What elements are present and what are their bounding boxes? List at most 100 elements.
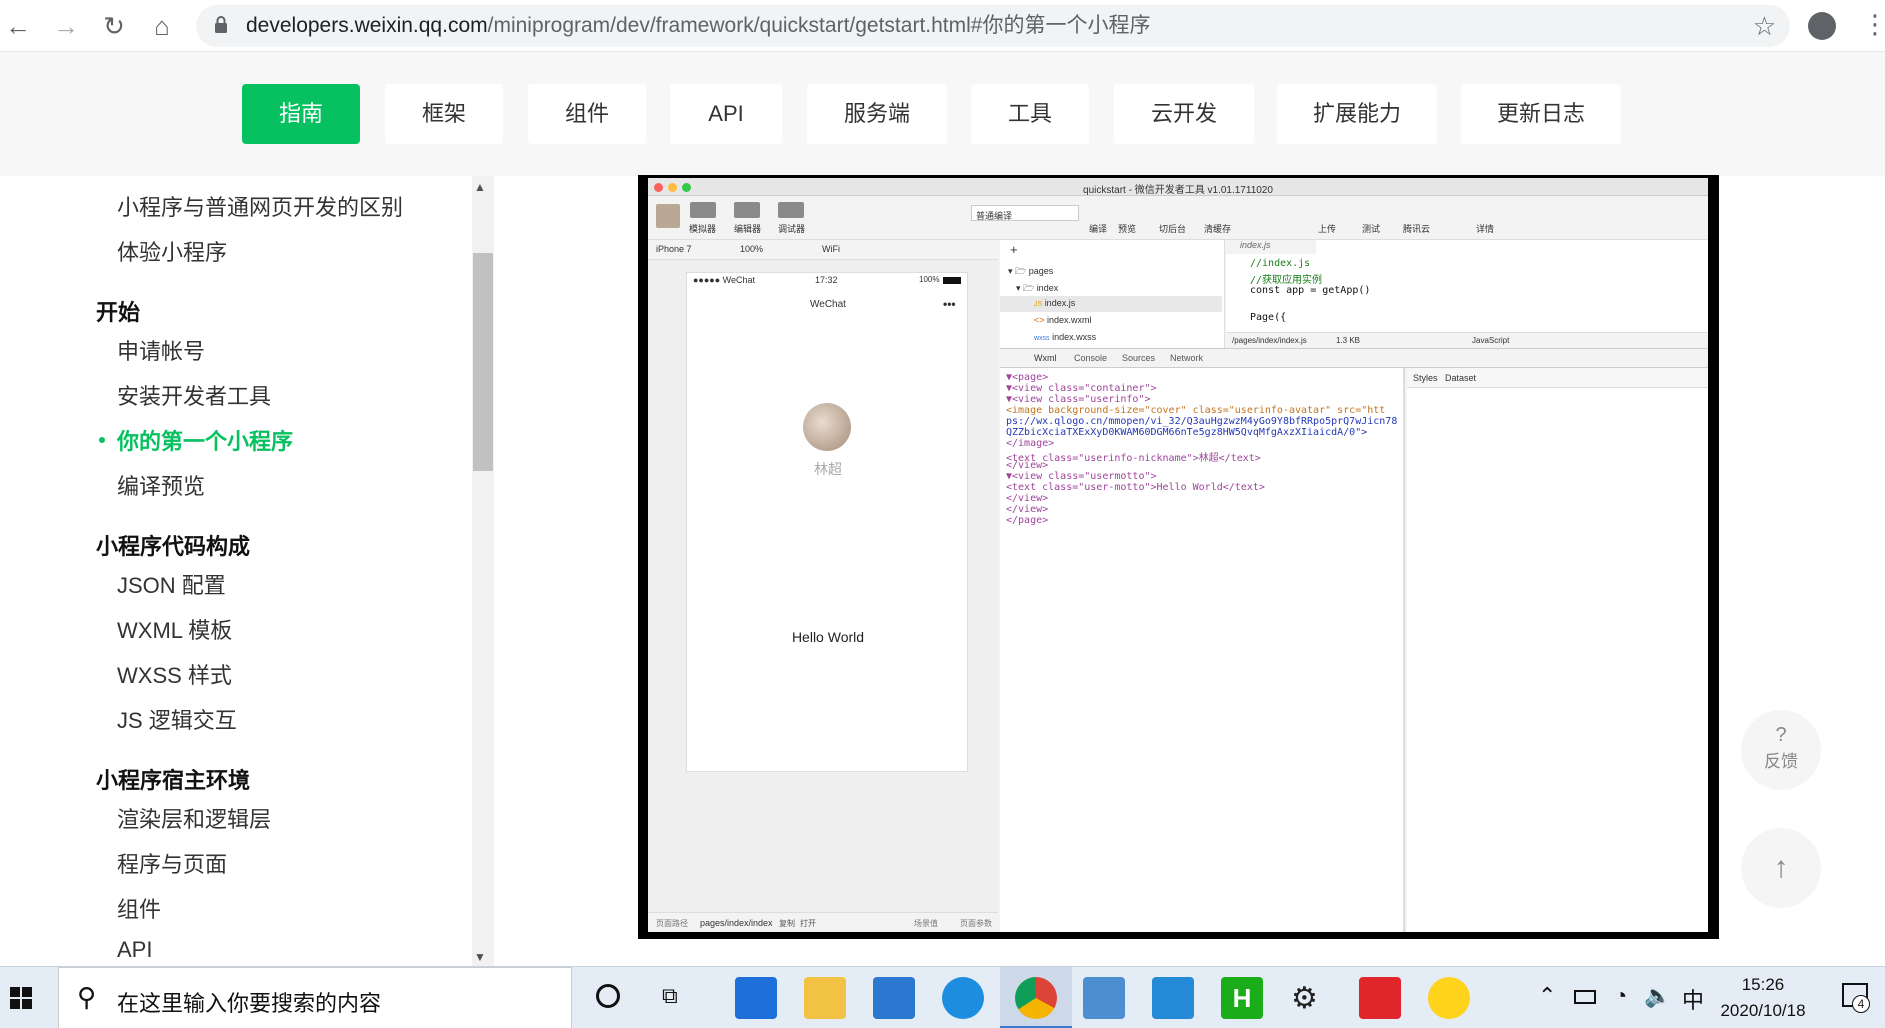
preview-button[interactable]: 预览 (1118, 222, 1136, 235)
tree-folder-index[interactable]: ▾ 🗁 index (1016, 281, 1058, 297)
wxml-line[interactable]: </image> (1006, 438, 1054, 449)
network-select[interactable]: WiFi (822, 244, 840, 254)
sidebar-section-host[interactable]: 小程序宿主环境 (96, 763, 250, 795)
edge-icon[interactable] (735, 977, 777, 1019)
phone-menu-icon[interactable]: ••• (943, 297, 956, 311)
scroll-up-icon[interactable]: ▲ (474, 180, 486, 194)
sidebar-item-js[interactable]: JS 逻辑交互 (117, 703, 237, 735)
wxml-line[interactable]: ▼<view class="container"> (1006, 383, 1157, 394)
sidebar-item-first-program[interactable]: 你的第一个小程序 (117, 424, 293, 456)
cortana-icon[interactable] (596, 984, 620, 1008)
simulator-icon[interactable] (690, 202, 716, 218)
tab-console[interactable]: Console (1074, 353, 1107, 363)
sidebar-section-code[interactable]: 小程序代码构成 (96, 529, 250, 561)
control-panel-icon[interactable] (1083, 977, 1125, 1019)
scene-value-button[interactable]: 场景值 (914, 918, 938, 929)
task-view-icon[interactable]: ⧉ (662, 983, 678, 1009)
volume-icon[interactable]: 🔈 (1644, 983, 1671, 1009)
wxml-line[interactable]: ▼<view class="usermotto"> (1006, 471, 1157, 482)
tab-api[interactable]: API (670, 84, 782, 144)
tree-file-js[interactable]: JS index.js (1034, 298, 1075, 308)
wxml-line[interactable]: ps://wx.qlogo.cn/mmopen/vi_32/Q3auHgzwzM… (1006, 416, 1397, 427)
add-file-icon[interactable]: + (1010, 242, 1018, 257)
ime-indicator[interactable]: 中 (1682, 983, 1704, 1015)
tencent-cloud-button[interactable]: 腾讯云 (1403, 222, 1430, 235)
taskbar-search-input[interactable]: ⚲ 在这里输入你要搜索的内容 (58, 967, 572, 1028)
sidebar-item-difference[interactable]: 小程序与普通网页开发的区别 (117, 190, 403, 222)
qq-music-icon[interactable] (1428, 977, 1470, 1019)
tab-guide[interactable]: 指南 (242, 84, 360, 144)
chrome-icon[interactable] (1015, 977, 1057, 1019)
sidebar-section-start[interactable]: 开始 (96, 295, 140, 327)
tab-components[interactable]: 组件 (528, 84, 646, 144)
back-to-top-button[interactable]: ↑ (1741, 828, 1821, 908)
settings-gear-icon[interactable]: ⚙ (1291, 981, 1318, 1016)
tree-folder-pages[interactable]: ▾ 🗁 pages (1008, 264, 1053, 280)
wifi-icon[interactable]: ◔ (1614, 983, 1627, 1009)
mail-icon[interactable] (873, 977, 915, 1019)
sidebar-item-components[interactable]: 组件 (117, 892, 161, 924)
upload-button[interactable]: 上传 (1318, 222, 1336, 235)
copy-link[interactable]: 复制 (779, 918, 795, 929)
tab-network[interactable]: Network (1170, 353, 1203, 363)
home-icon[interactable]: ⌂ (146, 10, 178, 42)
hbuilder-icon[interactable]: H (1221, 977, 1263, 1019)
file-explorer-icon[interactable] (804, 977, 846, 1019)
details-button[interactable]: 详情 (1476, 222, 1494, 235)
wxml-line[interactable]: </page> (1006, 515, 1048, 526)
youdao-icon[interactable] (1359, 977, 1401, 1019)
scroll-down-icon[interactable]: ▼ (474, 950, 486, 964)
wxml-line[interactable]: <image background-size="cover" class="us… (1006, 405, 1385, 416)
sidebar-item-api[interactable]: API (117, 937, 152, 963)
sidebar-item-register[interactable]: 申请帐号 (117, 334, 205, 366)
sidebar-item-program-page[interactable]: 程序与页面 (117, 847, 227, 879)
debugger-icon[interactable] (778, 202, 804, 218)
clock[interactable]: 15:26 2020/10/18 (1718, 975, 1808, 1021)
tab-tools[interactable]: 工具 (971, 84, 1089, 144)
address-bar[interactable]: developers.weixin.qq.com/miniprogram/dev… (196, 5, 1790, 47)
bookmark-star-icon[interactable]: ☆ (1753, 5, 1776, 47)
back-icon[interactable]: ← (2, 10, 34, 42)
menu-kebab-icon[interactable]: ⋮ (1862, 8, 1885, 40)
editor-icon[interactable] (734, 202, 760, 218)
device-select[interactable]: iPhone 7 (656, 244, 692, 254)
tab-sources[interactable]: Sources (1122, 353, 1155, 363)
chevron-up-icon[interactable]: ⌃ (1538, 983, 1556, 1009)
code-editor[interactable]: index.js //index.js //获取应用实例 const app =… (1226, 240, 1708, 348)
feedback-button[interactable]: ? 反馈 (1741, 710, 1821, 790)
tab-styles[interactable]: Styles (1413, 373, 1438, 383)
page-params-button[interactable]: 页面参数 (960, 918, 992, 929)
wxml-line[interactable]: ▼<view class="userinfo"> (1006, 394, 1151, 405)
compile-mode-select[interactable]: 普通编译 (971, 205, 1079, 221)
profile-avatar-icon[interactable] (1808, 12, 1836, 40)
sidebar-item-json[interactable]: JSON 配置 (117, 568, 226, 600)
vscode-icon[interactable] (1152, 977, 1194, 1019)
sidebar-item-compile-preview[interactable]: 编译预览 (117, 469, 205, 501)
sidebar-item-experience[interactable]: 体验小程序 (117, 235, 227, 267)
clear-cache-button[interactable]: 清缓存 (1204, 222, 1231, 235)
test-button[interactable]: 测试 (1362, 222, 1380, 235)
tab-changelog[interactable]: 更新日志 (1461, 84, 1621, 144)
wxml-line[interactable]: </view> (1006, 460, 1048, 471)
tab-server[interactable]: 服务端 (807, 84, 947, 144)
sidebar-scroll-thumb[interactable] (473, 253, 493, 471)
windows-start-icon[interactable] (10, 987, 32, 1009)
compile-button[interactable]: 编译 (1089, 222, 1107, 235)
forward-icon[interactable]: → (50, 10, 82, 42)
background-button[interactable]: 切后台 (1159, 222, 1186, 235)
zoom-select[interactable]: 100% (740, 244, 763, 254)
wxml-line[interactable]: QZZbicXciaTXExXyD0KWAM60DGM66nTe5gz8HW5Q… (1006, 427, 1367, 438)
sidebar-item-wxss[interactable]: WXSS 样式 (117, 658, 232, 690)
code-tab[interactable]: index.js (1226, 240, 1316, 254)
tree-file-wxss[interactable]: wxss index.wxss (1034, 332, 1096, 342)
reload-icon[interactable]: ↻ (98, 10, 130, 42)
tab-wxml[interactable]: Wxml (1034, 353, 1057, 363)
battery-icon[interactable] (1574, 990, 1596, 1004)
open-link[interactable]: 打开 (800, 918, 816, 929)
tab-cloud[interactable]: 云开发 (1114, 84, 1254, 144)
wxml-line[interactable]: ▼<page> (1006, 372, 1048, 383)
tab-dataset[interactable]: Dataset (1445, 373, 1476, 383)
wxml-line[interactable]: </view> (1006, 504, 1048, 515)
tab-framework[interactable]: 框架 (385, 84, 503, 144)
app-link-icon[interactable] (942, 977, 984, 1019)
